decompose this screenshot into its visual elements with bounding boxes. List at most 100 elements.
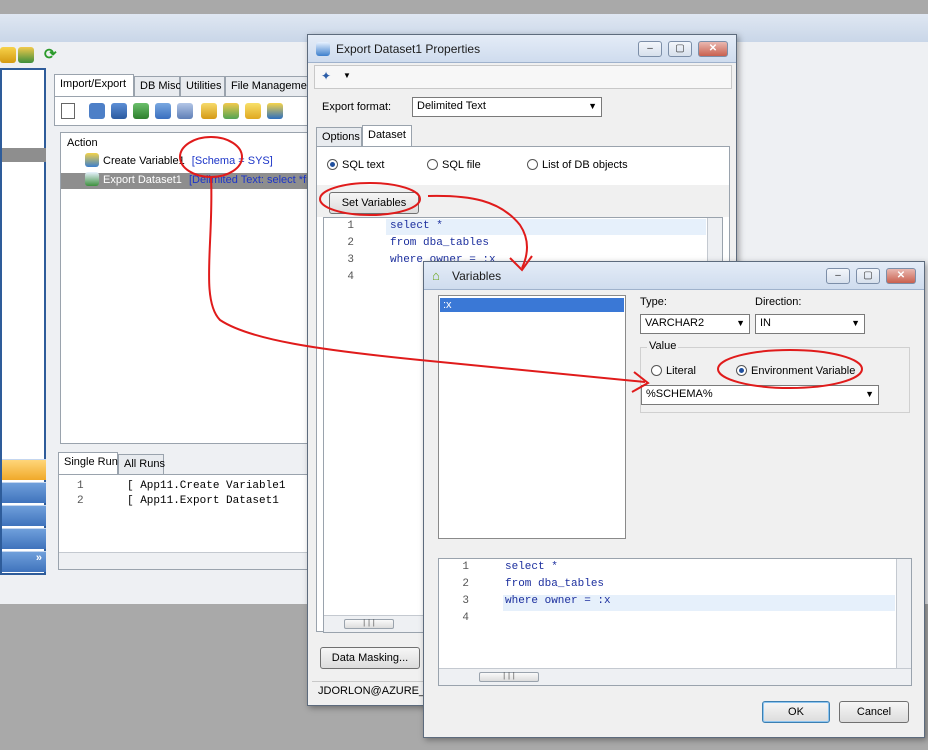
- copy-data-icon[interactable]: [155, 103, 171, 119]
- environment-variable-radio[interactable]: Environment Variable: [736, 365, 855, 377]
- compare-icon[interactable]: [177, 103, 193, 119]
- sql-preview-editor[interactable]: 1 2 3 4 select * from dba_tables where o…: [438, 558, 912, 686]
- import-icon[interactable]: [111, 103, 127, 119]
- wand-icon[interactable]: ✦: [321, 69, 331, 83]
- environment-variable-select[interactable]: %SCHEMA% ▼: [641, 385, 879, 405]
- maximize-button[interactable]: ▢: [856, 268, 880, 284]
- line-number: 4: [462, 612, 469, 624]
- tab-import-export[interactable]: Import/Export: [54, 74, 134, 96]
- type-select[interactable]: VARCHAR2 ▼: [640, 314, 750, 334]
- line-number: 1: [462, 561, 469, 573]
- chevron-down-icon: ▼: [736, 318, 745, 328]
- sql-file-radio[interactable]: SQL file: [427, 159, 481, 171]
- ok-button[interactable]: OK: [762, 701, 830, 723]
- close-button[interactable]: ✕: [698, 41, 728, 57]
- list-of-db-objects-radio[interactable]: List of DB objects: [527, 159, 628, 171]
- radio-dot: [327, 159, 338, 170]
- refresh-folder-icon[interactable]: [18, 47, 34, 63]
- literal-radio[interactable]: Literal: [651, 365, 696, 377]
- tab-db-misc[interactable]: DB Misc: [134, 76, 181, 96]
- data-masking-button[interactable]: Data Masking...: [320, 647, 420, 669]
- export-format-value: Delimited Text: [417, 100, 486, 112]
- tab-all-runs[interactable]: All Runs: [118, 454, 165, 474]
- dialog-titlebar: ⌂ Variables – ▢ ✕: [424, 262, 924, 290]
- radio-label: SQL file: [442, 159, 481, 171]
- close-button[interactable]: ✕: [886, 268, 916, 284]
- selected-row-bar: [2, 148, 46, 162]
- folder-icon[interactable]: [0, 47, 16, 63]
- nav-button[interactable]: [2, 482, 46, 503]
- line-number: 2: [462, 578, 469, 590]
- cursor-select-icon[interactable]: [61, 103, 75, 119]
- action-detail: [Schema = SYS]: [191, 155, 273, 167]
- line-number: 3: [462, 595, 469, 607]
- code-line: where owner = :x: [505, 595, 611, 607]
- maximize-button[interactable]: ▢: [668, 41, 692, 57]
- sql-text-radio[interactable]: SQL text: [327, 159, 384, 171]
- refresh-icon[interactable]: ⟳: [44, 45, 57, 63]
- run-tab-strip: Single Run All Runs: [58, 452, 310, 474]
- action-detail: [Delimited Text: select *fr: [188, 174, 310, 186]
- tab-utilities[interactable]: Utilities: [180, 76, 225, 96]
- run-log-panel: 1 [ App11.Create Variable1 2 [ App11.Exp…: [58, 474, 310, 570]
- dialog-toolbar: ✦ ▼: [314, 65, 732, 89]
- folder-open-icon[interactable]: [201, 103, 217, 119]
- action-name: Export Dataset1: [103, 174, 182, 186]
- radio-dot: [736, 365, 747, 376]
- cancel-button[interactable]: Cancel: [839, 701, 909, 723]
- action-row[interactable]: Create Variable1 [Schema = SYS]: [85, 153, 273, 170]
- export-icon[interactable]: [133, 103, 149, 119]
- variable-list-item[interactable]: :x: [440, 298, 624, 312]
- dialog-title: Export Dataset1 Properties: [336, 42, 481, 56]
- nav-button-active[interactable]: [2, 459, 46, 480]
- env-value: %SCHEMA%: [646, 388, 713, 400]
- line-number: 3: [347, 254, 354, 266]
- vertical-scrollbar[interactable]: [896, 559, 911, 668]
- code-line: select *: [505, 561, 558, 573]
- window-icon[interactable]: [89, 103, 105, 119]
- scroll-thumb[interactable]: |||: [479, 672, 539, 682]
- radio-label: Literal: [666, 365, 696, 377]
- scroll-thumb[interactable]: |||: [344, 619, 394, 629]
- value-group-label: Value: [647, 340, 679, 352]
- run-log-line: [ App11.Export Dataset1: [127, 495, 279, 507]
- export-dataset-icon: [85, 172, 99, 186]
- direction-select[interactable]: IN ▼: [755, 314, 865, 334]
- radio-label: List of DB objects: [542, 159, 628, 171]
- set-variables-button[interactable]: Set Variables: [329, 192, 419, 214]
- action-name: Create Variable1: [103, 155, 185, 167]
- action-panel: Action Create Variable1 [Schema = SYS] E…: [60, 132, 310, 444]
- action-row[interactable]: Export Dataset1 [Delimited Text: select …: [85, 172, 310, 189]
- tab-options[interactable]: Options: [316, 127, 362, 147]
- horizontal-scrollbar[interactable]: [59, 552, 309, 569]
- main-app-toolbar: ⟳: [0, 42, 310, 68]
- dropdown-arrow-icon[interactable]: ▼: [343, 71, 351, 80]
- variable-icon: [85, 153, 99, 167]
- horizontal-scrollbar[interactable]: |||: [439, 668, 911, 685]
- left-navigation-panel: »: [0, 68, 46, 575]
- minimize-button[interactable]: –: [638, 41, 662, 57]
- nav-button[interactable]: [2, 528, 46, 549]
- minimize-button[interactable]: –: [826, 268, 850, 284]
- variables-icon: ⌂: [432, 268, 440, 283]
- export-format-label: Export format:: [322, 101, 392, 113]
- email-icon[interactable]: [267, 103, 283, 119]
- export-format-select[interactable]: Delimited Text ▼: [412, 97, 602, 117]
- code-line: from dba_tables: [390, 237, 490, 249]
- radio-label: Environment Variable: [751, 365, 856, 377]
- direction-label: Direction:: [755, 296, 802, 308]
- tab-file-management[interactable]: File Management: [225, 76, 310, 96]
- radio-label: SQL text: [342, 159, 385, 171]
- more-nav-chevron-icon[interactable]: »: [2, 551, 46, 572]
- archive-icon[interactable]: [223, 103, 239, 119]
- code-line: from dba_tables: [505, 578, 605, 590]
- tab-dataset[interactable]: Dataset: [362, 125, 412, 147]
- export-folder-icon[interactable]: [245, 103, 261, 119]
- nav-button[interactable]: [2, 505, 46, 526]
- line-number: 1: [347, 220, 354, 232]
- variable-list[interactable]: :x: [438, 295, 626, 539]
- export-dataset-icon: [316, 42, 330, 56]
- variables-dialog: ⌂ Variables – ▢ ✕ :x Type: VARCHAR2 ▼ Di…: [423, 261, 925, 738]
- dialog-titlebar: Export Dataset1 Properties – ▢ ✕: [308, 35, 736, 63]
- tab-single-run[interactable]: Single Run: [58, 452, 118, 474]
